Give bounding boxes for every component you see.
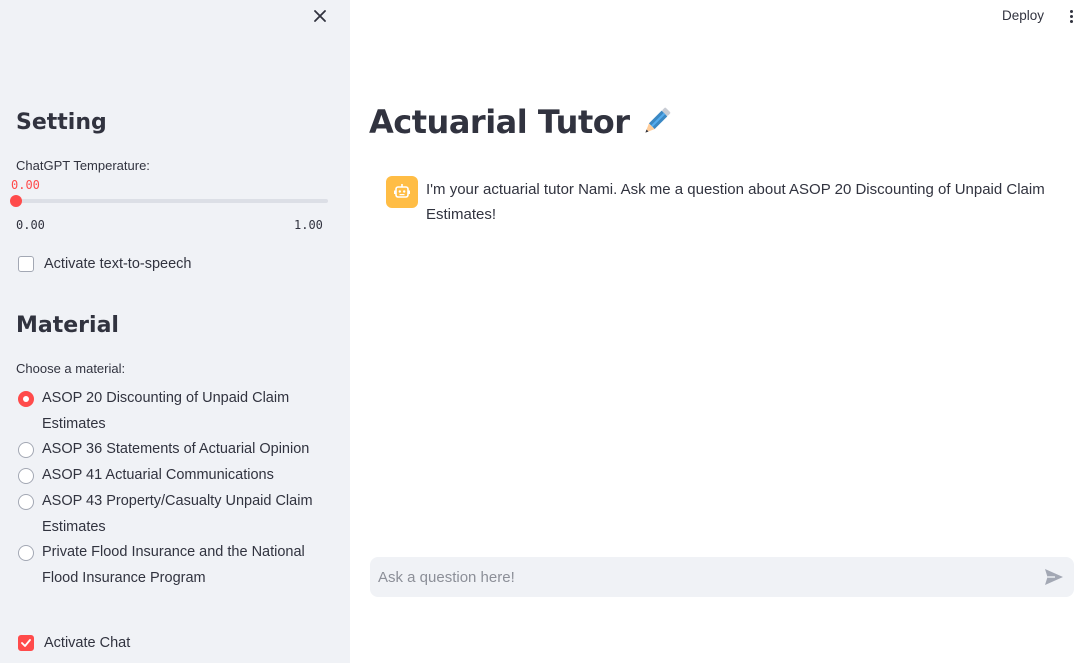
close-sidebar-button[interactable] (309, 5, 331, 27)
bot-icon (386, 176, 418, 208)
material-option[interactable]: ASOP 36 Statements of Actuarial Opinion (18, 437, 318, 463)
menu-dot (1069, 14, 1073, 18)
tts-checkbox[interactable] (18, 256, 34, 272)
radio-button[interactable] (18, 493, 34, 510)
tts-label: Activate text-to-speech (44, 256, 192, 272)
material-option-label: ASOP 20 Discounting of Unpaid Claim Esti… (42, 390, 290, 432)
chat-message-text: I'm your actuarial tutor Nami. Ask me a … (426, 181, 1045, 223)
send-icon (1045, 569, 1063, 585)
radio-button-selected[interactable] (18, 391, 34, 407)
radio-button[interactable] (18, 545, 34, 562)
choose-material-label: Choose a material: (16, 361, 126, 376)
sidebar: Setting ChatGPT Temperature: 0.00 0.00 1… (0, 0, 350, 663)
title-row: Actuarial Tutor (369, 103, 674, 141)
temperature-min-label: 0.00 (16, 218, 45, 232)
temperature-value: 0.00 (11, 178, 40, 192)
temperature-max-label: 1.00 (294, 218, 323, 232)
material-heading: Material (16, 313, 119, 338)
material-option-label: ASOP 36 Statements of Actuarial Opinion (42, 441, 310, 458)
temperature-slider-thumb[interactable] (10, 195, 22, 207)
material-option-label: Private Flood Insurance and the National… (42, 544, 305, 586)
checkmark-icon (21, 639, 31, 647)
material-option[interactable]: ASOP 43 Property/Casualty Unpaid Claim E… (18, 489, 318, 540)
activate-chat-checkbox-row[interactable]: Activate Chat (18, 635, 130, 651)
material-option[interactable]: ASOP 41 Actuarial Communications (18, 463, 318, 489)
material-option[interactable]: Private Flood Insurance and the National… (18, 540, 318, 591)
material-radio-group: ASOP 20 Discounting of Unpaid Claim Esti… (18, 386, 318, 592)
menu-dot (1069, 9, 1073, 13)
temperature-label: ChatGPT Temperature: (16, 158, 150, 173)
send-button[interactable] (1036, 559, 1072, 595)
more-vertical-icon[interactable] (1063, 7, 1079, 25)
chat-input[interactable] (370, 557, 1036, 597)
material-option[interactable]: ASOP 20 Discounting of Unpaid Claim Esti… (18, 386, 318, 437)
close-icon (314, 10, 326, 22)
deploy-button[interactable]: Deploy (1002, 8, 1044, 23)
activate-chat-checkbox[interactable] (18, 635, 34, 651)
tts-checkbox-row[interactable]: Activate text-to-speech (18, 256, 192, 272)
radio-button[interactable] (18, 442, 34, 459)
page-title: Actuarial Tutor (369, 103, 630, 141)
menu-dot (1069, 19, 1073, 23)
setting-heading: Setting (16, 110, 107, 135)
activate-chat-label: Activate Chat (44, 635, 131, 651)
main-content: Deploy Actuarial Tutor I'm your actuaria… (350, 0, 1087, 663)
temperature-slider-track[interactable] (16, 199, 328, 203)
chat-input-container (370, 557, 1074, 597)
chat-message-assistant: I'm your actuarial tutor Nami. Ask me a … (386, 176, 1076, 227)
radio-button[interactable] (18, 468, 34, 485)
material-option-label: ASOP 43 Property/Casualty Unpaid Claim E… (42, 492, 313, 535)
pencil-icon (638, 104, 674, 140)
material-option-label: ASOP 41 Actuarial Communications (42, 467, 274, 484)
